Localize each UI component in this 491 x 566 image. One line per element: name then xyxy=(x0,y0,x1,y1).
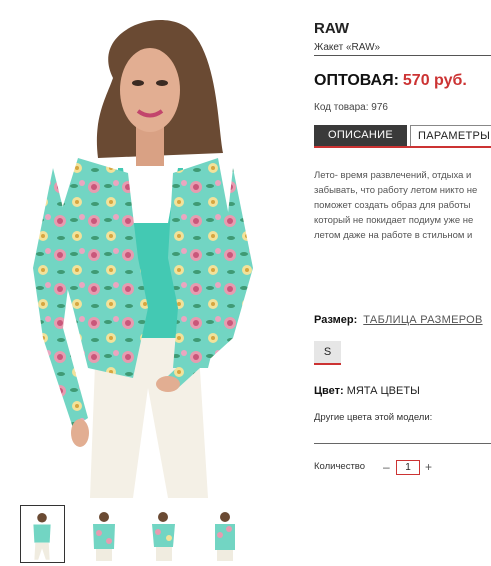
price-label: ОПТОВАЯ: xyxy=(314,72,399,89)
description-line: поможет создать образ для работы xyxy=(314,200,471,211)
thumbnail-4[interactable] xyxy=(203,505,248,563)
quantity-label: Количество xyxy=(314,461,366,472)
description-line: который не покидает подиум уже не xyxy=(314,215,474,226)
price-row: ОПТОВАЯ: 570 руб. xyxy=(314,72,467,90)
divider xyxy=(314,443,491,444)
thumbnail-2[interactable] xyxy=(81,505,126,563)
product-description: Лето- время развлечений, отдыха и забыва… xyxy=(314,168,491,243)
other-colors-label: Другие цвета этой модели: xyxy=(314,412,433,423)
product-subtitle: Жакет «RAW» xyxy=(314,42,381,53)
thumbnail-3[interactable] xyxy=(142,505,187,563)
quantity-plus-button[interactable]: + xyxy=(425,460,432,474)
size-table-link[interactable]: ТАБЛИЦА РАЗМЕРОВ xyxy=(363,314,482,326)
size-label: Размер: xyxy=(314,314,358,326)
tab-description[interactable]: ОПИСАНИЕ xyxy=(314,125,407,146)
description-line: летом даже на работе в стильном и xyxy=(314,230,473,241)
product-tabs: ОПИСАНИЕ ПАРАМЕТРЫ xyxy=(314,125,491,146)
color-value: МЯТА ЦВЕТЫ xyxy=(346,385,420,397)
price-value: 570 руб. xyxy=(402,72,467,89)
divider xyxy=(314,55,491,56)
description-line: забывать, что работу летом никто не xyxy=(314,185,478,196)
product-info-panel: RAW Жакет «RAW» ОПТОВАЯ: 570 руб. Код тов… xyxy=(314,0,491,566)
color-row: Цвет: МЯТА ЦВЕТЫ xyxy=(314,385,420,397)
size-option-s[interactable]: S xyxy=(314,341,341,365)
quantity-input[interactable] xyxy=(396,460,420,475)
thumbnail-1[interactable] xyxy=(20,505,65,563)
thumbnail-strip xyxy=(20,505,248,563)
tabs-underline xyxy=(314,146,491,148)
size-row: Размер: ТАБЛИЦА РАЗМЕРОВ xyxy=(314,314,483,326)
description-line: Лето- время развлечений, отдыха и xyxy=(314,170,472,181)
product-sku: Код товара: 976 xyxy=(314,102,388,113)
tab-parameters[interactable]: ПАРАМЕТРЫ xyxy=(410,125,491,146)
quantity-minus-button[interactable]: – xyxy=(383,460,390,474)
main-product-photo[interactable] xyxy=(18,8,288,498)
color-label: Цвет: xyxy=(314,385,344,397)
product-brand: RAW xyxy=(314,20,349,37)
